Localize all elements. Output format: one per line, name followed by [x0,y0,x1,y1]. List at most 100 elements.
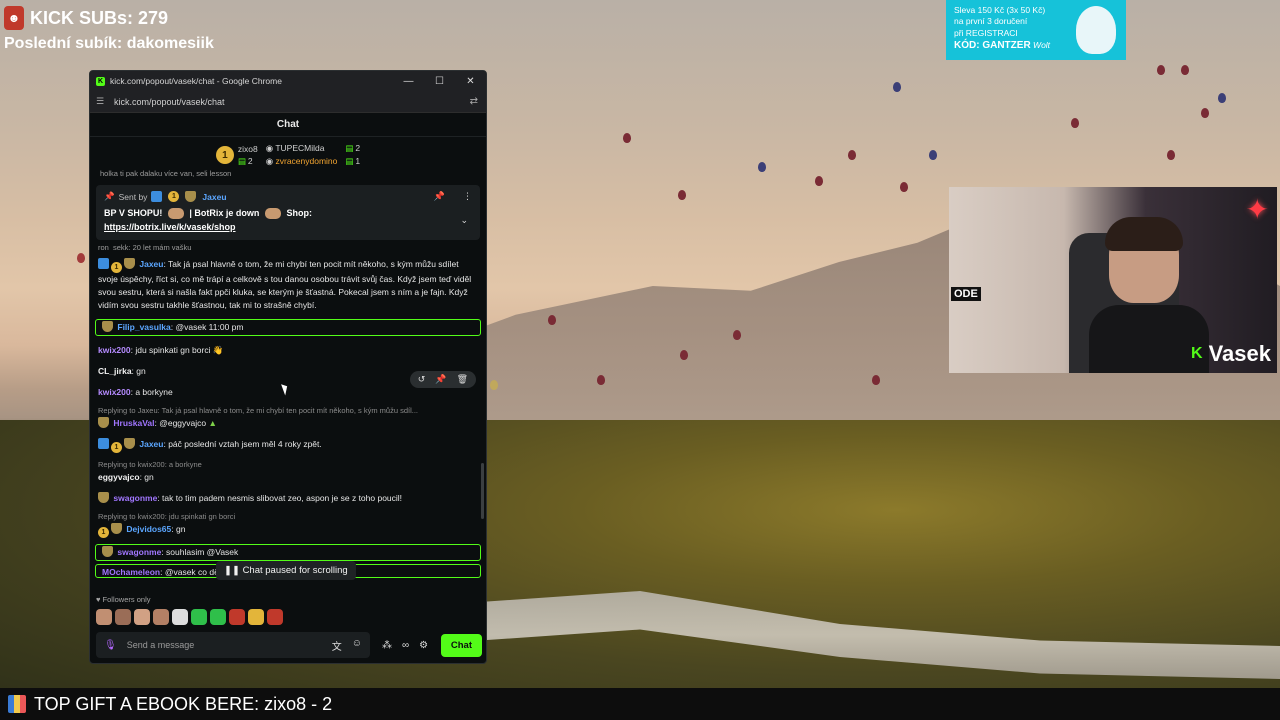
chat-message[interactable]: 1 Dejvidos65: gn [98,522,478,538]
delete-icon[interactable]: 🗑 [457,374,468,385]
minimize-icon[interactable]: — [393,76,424,87]
heart-icon: ♥ [96,595,101,604]
pin-icon: 📌 [104,191,115,201]
chat-scrollbar[interactable] [481,463,484,519]
chevron-down-icon[interactable]: ⌄ [460,215,468,226]
chat-paused-text: Chat paused for scrolling [242,565,348,576]
ad-mascot-icon [1076,6,1116,54]
emote-icon: ▲ [208,417,217,428]
balloon [680,350,688,360]
reply-context[interactable]: Replying to Jaxeu: Tak já psal hlavně o … [98,405,478,417]
chat-message[interactable]: 1 Jaxeu: Tak já psal hlavně o tom, že mi… [98,258,478,313]
chat-message-highlighted[interactable]: swagonme: souhlasim @Vasek [95,543,481,561]
chat-messages: ron_sekk: 20 let mám vašku 1 Jaxeu: Tak … [90,242,486,578]
pinned-sent-by: Sent by [118,191,148,202]
quick-emote-row [96,609,283,625]
balloon [1201,108,1209,118]
emote-icon[interactable] [210,609,226,625]
pinned-meta: 📌 Sent by 1 Jaxeu [104,191,472,202]
chat-message[interactable]: HruskaVal: @eggyvajco ▲ [98,416,478,430]
kicks-icon[interactable]: ⁂ [382,640,392,651]
maximize-icon[interactable]: ☐ [424,76,455,87]
translate-icon[interactable]: ⇄ [470,96,478,107]
message-username[interactable]: Jaxeu [139,259,163,269]
message-username[interactable]: swagonme [113,493,157,503]
chat-message[interactable]: swagonme: tak to tim padem nesmis slibov… [98,491,478,505]
balloon [623,133,631,143]
message-username[interactable]: Filip_vasulka [117,322,170,332]
emote-icon[interactable] [115,609,131,625]
gear-icon[interactable]: ⚙ [419,640,428,651]
message-username[interactable]: HruskaVal [113,418,154,428]
emote-icon[interactable] [191,609,207,625]
address-bar[interactable]: ☰ kick.com/popout/vasek/chat ⇄ [90,91,486,113]
chat-input[interactable]: 🎙 Send a message 文 ☺ [96,632,370,658]
message-username[interactable]: kwix200 [98,345,131,355]
emote-icon[interactable] [267,609,283,625]
chat-message[interactable]: 1 Jaxeu: páč poslední vztah jsem měl 4 r… [98,438,478,453]
chat-paused-pill[interactable]: ❚❚ Chat paused for scrolling [216,561,356,580]
emote-icon[interactable] [248,609,264,625]
message-username[interactable]: swagonme [117,547,161,557]
translate-icon[interactable]: 文 [332,638,342,653]
gift-icon: ▤ [237,155,246,166]
chat-message-highlighted[interactable]: Filip_vasulka: @vasek 11:00 pm [95,318,481,336]
balloon [872,375,880,385]
emote-icon[interactable] [134,609,150,625]
infinity-icon[interactable]: ∞ [402,640,409,651]
send-chat-button[interactable]: Chat [440,633,482,657]
message-username[interactable]: Dejvidos65 [126,524,171,534]
more-options-icon[interactable]: ⋮ [463,191,472,202]
gift-leaderboard: 1 zixo8 ▤ 2 ◉ TUPECMilda ◉ zvracenydomino… [90,137,486,173]
gifter-badge-icon: 1 [98,526,109,538]
site-settings-icon[interactable]: ☰ [96,96,106,107]
balloon [733,330,741,340]
sub-badge-icon [102,545,113,557]
leaderboard-others: ◉ TUPECMilda ◉ zvracenydomino [266,143,338,167]
window-titlebar[interactable]: K kick.com/popout/vasek/chat - Google Ch… [90,71,486,91]
reply-icon[interactable]: ↺ [418,374,426,385]
sub-badge-icon [111,522,122,534]
neon-logo-icon: ✦ [1245,194,1269,225]
gold-medal-icon: 1 [215,146,234,164]
chat-input-placeholder[interactable]: Send a message [127,640,322,650]
leaderboard-first[interactable]: 1 zixo8 ▤ 2 [215,144,258,167]
leaderboard-third-name[interactable]: zvracenydomino [275,156,337,166]
emote-icon [167,208,184,220]
pinned-message[interactable]: 📌 Sent by 1 Jaxeu BP V SHOPU! | BotRix j… [96,185,480,240]
chat-message[interactable]: kwix200: jdu spinkati gn borci 👋 [98,344,478,357]
chat-popout-window: K kick.com/popout/vasek/chat - Google Ch… [89,70,487,664]
reply-context[interactable]: Replying to kwix200: a borkyne [98,459,478,471]
message-username[interactable]: MOchameleon [102,567,160,577]
balloon [848,150,856,160]
pin-message-icon[interactable]: 📌 [435,374,446,385]
emoji-icon[interactable]: ☺ [352,638,362,653]
balloon [1218,93,1226,103]
reply-context[interactable]: Replying to kwix200: jdu spinkati gn bor… [98,511,478,523]
message-text: : gn [139,471,154,482]
message-username[interactable]: kwix200 [98,387,131,397]
emote-icon[interactable] [172,609,188,625]
chat-tool-icons: ⁂ ∞ ⚙ [382,640,428,651]
emote-icon[interactable] [96,609,112,625]
subs-avatar-icon: ☻ [4,6,24,30]
close-icon[interactable]: ✕ [455,76,486,87]
leaderboard-second-name[interactable]: TUPECMilda [275,143,324,153]
leaderboard-second-count: 2 [355,143,361,153]
verified-badge-icon [98,438,109,449]
sub-badge-icon [98,491,109,503]
subs-overlay: ☻ KICK SUBs: 279 Poslední subík: dakomes… [4,6,214,53]
microphone-icon[interactable]: 🎙 [104,640,117,651]
emote-icon[interactable] [153,609,169,625]
pinned-shop-link[interactable]: https://botrix.live/k/vasek/shop [104,222,236,232]
message-username[interactable]: CL_jirka [98,366,132,376]
ad-code: KÓD: GANTZER [954,40,1031,52]
unpin-icon[interactable]: 📌 [434,191,445,202]
address-url[interactable]: kick.com/popout/vasek/chat [114,97,225,107]
message-username[interactable]: Jaxeu [139,439,163,449]
message-username[interactable]: eggyvajco [98,472,140,482]
chat-message[interactable]: eggyvajco: gn [98,471,478,484]
pinned-author[interactable]: Jaxeu [202,192,226,202]
message-text: : gn [171,523,186,534]
emote-icon[interactable] [229,609,245,625]
